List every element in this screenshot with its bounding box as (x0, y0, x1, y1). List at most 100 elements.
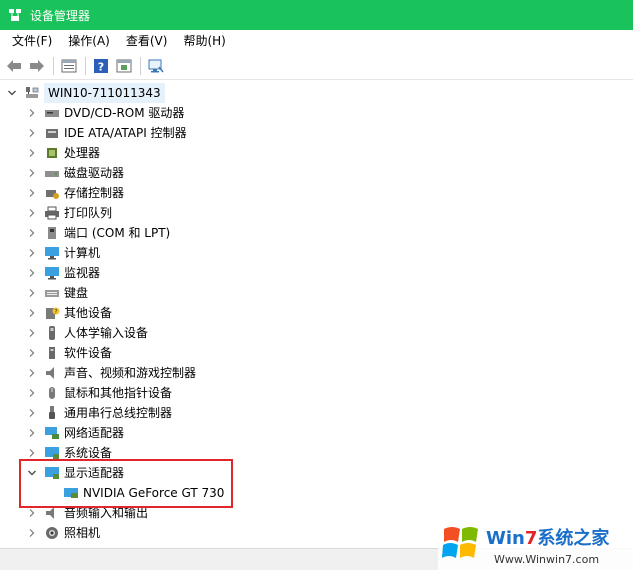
tree-category-item[interactable]: 计算机 (26, 243, 100, 263)
tree-category-item[interactable]: 声音、视频和游戏控制器 (26, 363, 196, 383)
tree-category-item[interactable]: 键盘 (26, 283, 88, 303)
usb-icon (44, 405, 60, 421)
tree-category-item[interactable]: 软件设备 (26, 343, 112, 363)
tree-category-label: 键盘 (64, 286, 89, 300)
toolbar-separator (53, 56, 54, 75)
svg-text:Www.Winwin7.com: Www.Winwin7.com (494, 553, 599, 566)
tree-category-label: 处理器 (64, 146, 101, 160)
tree-category-label: 打印队列 (64, 206, 113, 220)
scan-hardware-icon (148, 59, 164, 72)
tree-category-item[interactable]: 照相机 (26, 523, 100, 543)
tree-category-item[interactable]: ? 其他设备 (26, 303, 112, 323)
tree-root-label: WIN10-711011343 (44, 83, 165, 103)
tree-category-label: 人体学输入设备 (64, 326, 149, 340)
tree-category-item[interactable]: 端口 (COM 和 LPT) (26, 223, 170, 243)
monitor-icon (44, 265, 60, 281)
tree-category-item[interactable]: 网络适配器 (26, 423, 124, 443)
properties-icon (61, 59, 77, 72)
window-title: 设备管理器 (30, 8, 91, 23)
svg-text:?: ? (98, 60, 104, 73)
expand-chevron-icon[interactable] (26, 167, 38, 179)
network-adapter-icon (44, 425, 60, 441)
tree-category-label: 计算机 (64, 246, 101, 260)
storage-controller-icon (44, 185, 60, 201)
properties-button[interactable] (58, 55, 80, 77)
tree-category-label: 监视器 (64, 266, 101, 280)
svg-text:?: ? (54, 309, 57, 316)
toolbar-separator (85, 56, 86, 75)
computer-icon (44, 245, 60, 261)
help-icon: ? (94, 58, 108, 73)
menu-action[interactable]: 操作(A) (60, 30, 118, 52)
expand-chevron-icon[interactable] (26, 387, 38, 399)
expand-chevron-icon[interactable] (26, 507, 38, 519)
expand-chevron-icon[interactable] (26, 127, 38, 139)
expand-chevron-icon[interactable] (26, 107, 38, 119)
ide-controller-icon (44, 125, 60, 141)
expand-chevron-icon[interactable] (26, 427, 38, 439)
expand-chevron-icon[interactable] (26, 367, 38, 379)
svg-text:Win7系统之家: Win7系统之家 (486, 527, 610, 549)
expand-chevron-icon[interactable] (26, 147, 38, 159)
tree-category-label: 存储控制器 (64, 186, 125, 200)
tree-category-label: 照相机 (64, 526, 101, 540)
expand-chevron-icon[interactable] (26, 207, 38, 219)
expand-chevron-icon[interactable] (26, 527, 38, 539)
collapse-chevron-icon[interactable] (6, 87, 18, 99)
disk-drive-icon (44, 165, 60, 181)
forward-icon (30, 59, 44, 72)
help-button[interactable]: ? (90, 55, 112, 77)
tree-category-label: 端口 (COM 和 LPT) (64, 226, 171, 240)
forward-button[interactable] (26, 55, 48, 77)
highlight-annotation-box (19, 459, 233, 508)
tree-category-label: 其他设备 (64, 306, 113, 320)
tree-category-item[interactable]: 通用串行总线控制器 (26, 403, 172, 423)
title-bar: 设备管理器 (0, 0, 633, 30)
expand-chevron-icon[interactable] (26, 227, 38, 239)
expand-chevron-icon[interactable] (26, 407, 38, 419)
expand-chevron-icon[interactable] (26, 347, 38, 359)
expand-chevron-icon[interactable] (26, 447, 38, 459)
tree-category-label: 鼠标和其他指针设备 (64, 386, 173, 400)
tree-category-item[interactable]: DVD/CD-ROM 驱动器 (26, 103, 184, 123)
tree-category-label: IDE ATA/ATAPI 控制器 (64, 126, 187, 140)
menu-help[interactable]: 帮助(H) (175, 30, 233, 52)
tree-category-item[interactable]: 存储控制器 (26, 183, 124, 203)
expand-chevron-icon[interactable] (26, 287, 38, 299)
keyboard-icon (44, 285, 60, 301)
tree-category-item[interactable]: IDE ATA/ATAPI 控制器 (26, 123, 187, 143)
tree-category-item[interactable]: 人体学输入设备 (26, 323, 148, 343)
expand-chevron-icon[interactable] (26, 187, 38, 199)
printer-icon (44, 205, 60, 221)
expand-chevron-icon[interactable] (26, 267, 38, 279)
toolbar-separator (140, 56, 141, 75)
tree-category-item[interactable]: 处理器 (26, 143, 100, 163)
tree-category-label: DVD/CD-ROM 驱动器 (64, 106, 185, 120)
other-devices-icon: ? (44, 305, 60, 321)
update-driver-button[interactable] (113, 55, 135, 77)
expand-chevron-icon[interactable] (26, 307, 38, 319)
tree-category-item[interactable]: 磁盘驱动器 (26, 163, 124, 183)
tree-category-label: 声音、视频和游戏控制器 (64, 366, 197, 380)
device-manager-icon (8, 8, 22, 22)
expand-chevron-icon[interactable] (26, 247, 38, 259)
win7-watermark-logo: Win7系统之家 Www.Winwin7.com (438, 518, 633, 570)
expand-chevron-icon[interactable] (26, 327, 38, 339)
menu-view[interactable]: 查看(V) (118, 30, 176, 52)
menu-bar: 文件(F) 操作(A) 查看(V) 帮助(H) (0, 30, 633, 52)
back-icon (7, 59, 21, 72)
port-icon (44, 225, 60, 241)
menu-file[interactable]: 文件(F) (4, 30, 60, 52)
processor-icon (44, 145, 60, 161)
computer-network-icon (24, 85, 40, 101)
sound-icon (44, 365, 60, 381)
tree-category-item[interactable]: 鼠标和其他指针设备 (26, 383, 172, 403)
tree-category-item[interactable]: 打印队列 (26, 203, 112, 223)
software-device-icon (44, 345, 60, 361)
back-button[interactable] (3, 55, 25, 77)
scan-hardware-button[interactable] (145, 55, 167, 77)
tree-root[interactable]: WIN10-711011343 (6, 83, 165, 103)
tree-category-item[interactable]: 监视器 (26, 263, 100, 283)
tree-category-label: 磁盘驱动器 (64, 166, 125, 180)
toolbar: ? (0, 52, 633, 80)
